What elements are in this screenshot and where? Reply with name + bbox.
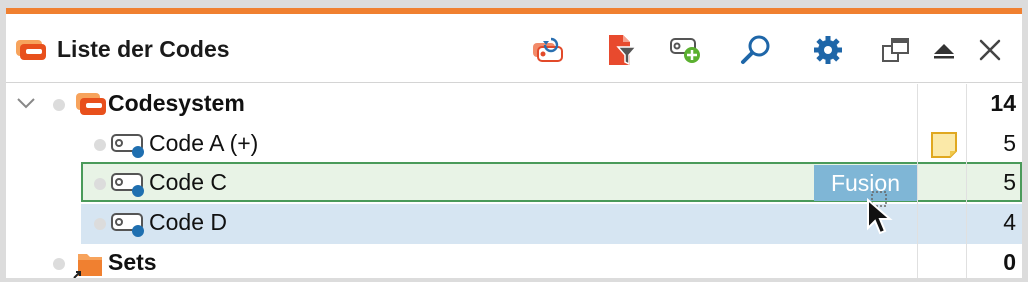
tree-row-label: Sets [108,249,157,275]
tree-row-sets[interactable]: Sets 0 [6,244,1022,278]
status-dot [94,178,106,190]
status-dot [94,218,106,230]
memo-icon[interactable] [930,131,958,159]
code-tag-icon [111,134,144,158]
new-code-icon [670,38,700,63]
tree-row-count: 5 [1003,169,1016,195]
settings-button[interactable] [810,32,846,68]
panel-title: Liste der Codes [57,36,230,62]
codesystem-icon [76,93,106,115]
status-dot [94,139,106,151]
search-icon [741,35,770,64]
undock-window-icon [882,38,909,62]
undock-window-button[interactable] [878,32,914,68]
new-code-button[interactable] [668,32,704,68]
status-dot [53,99,65,111]
tree-row-label: Code D [149,209,227,235]
close-panel-button[interactable] [972,32,1008,68]
search-button[interactable] [738,32,774,68]
chevron-down-icon[interactable] [16,96,36,110]
tree-row-count: 14 [990,90,1016,116]
panel-header: Liste der Codes [6,14,1022,83]
close-icon [979,39,1001,61]
tree-row-label: Code A (+) [149,130,259,156]
tree-row-label: Code C [149,169,227,195]
tree-row-codesystem[interactable]: Codesystem 14 [6,84,1022,124]
codes-list-icon [16,40,46,60]
filter-documents-button[interactable] [604,32,640,68]
reset-activation-button[interactable] [530,32,566,68]
collapse-up-icon [934,44,954,59]
tree-row-count: 4 [1003,209,1016,235]
tree-row-label: Codesystem [108,90,245,116]
tree-row-code-a[interactable]: Code A (+) 5 [6,124,1022,164]
sets-folder-icon [73,254,102,278]
settings-gear-icon [814,36,842,64]
reset-activation-icon [533,37,563,62]
collapse-panel-button[interactable] [926,32,962,68]
mouse-cursor-icon [867,191,893,235]
tree-row-count: 5 [1003,130,1016,156]
status-dot [53,258,65,270]
code-tag-icon [111,213,144,237]
filter-document-icon [609,35,638,66]
code-list-panel: Liste der Codes Codesystem 14 Code A (+)… [6,8,1022,278]
code-tag-icon [111,173,144,197]
tree-row-count: 0 [1003,249,1016,275]
